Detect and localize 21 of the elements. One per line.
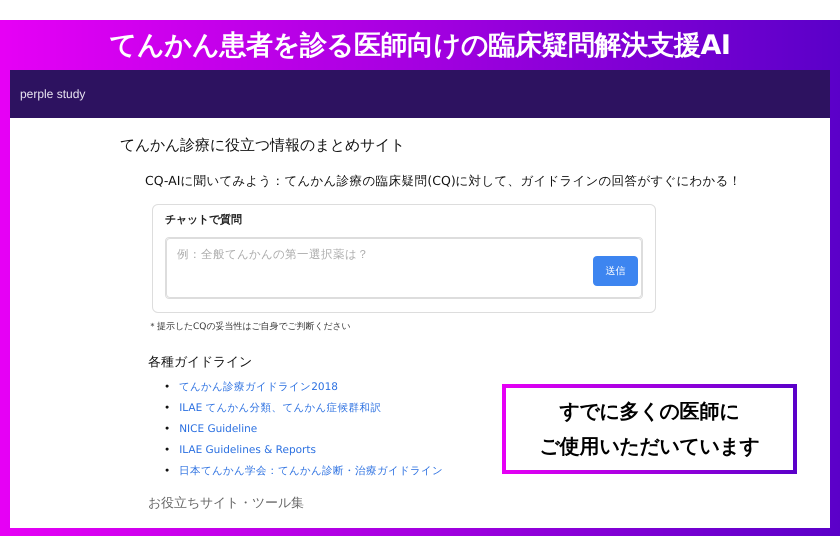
chat-title: チャットで質問 [165,212,243,227]
page-heading: てんかん診療に役立つ情報のまとめサイト [120,136,406,155]
guideline-link[interactable]: NICE Guideline [179,419,258,440]
bullet: • [164,422,170,437]
brand-name[interactable]: perple study [20,87,86,101]
guideline-link[interactable]: ILAE Guidelines & Reports [179,440,316,461]
bullet: • [164,380,170,395]
callout-text: すでに多くの医師に [560,398,740,425]
guideline-link[interactable]: てんかん診療ガイドライン2018 [179,377,338,398]
guideline-link[interactable]: ILAE てんかん分類、てんかん症候群和訳 [179,398,382,419]
bullet: • [164,464,170,479]
section-heading: お役立ちサイト・ツール集 [148,495,305,512]
intro-text: CQ-AIに聞いてみよう：てんかん診療の臨床疑問(CQ)に対して、ガイドラインの回答がすぐにわかる！ [145,173,743,190]
bullet: • [164,443,170,458]
guideline-link[interactable]: 日本てんかん学会：てんかん診断・治療ガイドライン [179,461,444,482]
bullet: • [164,401,170,416]
send-button[interactable]: 送信 [593,256,638,286]
disclaimer-note: ＊提示したCQの妥当性はご自身でご判断ください [148,320,352,333]
callout-text: ご使用いただいています [540,433,760,460]
section-heading: 各種ガイドライン [148,354,253,371]
banner-title: てんかん患者を診る医師向けの臨床疑問解決支援AI [108,29,732,63]
